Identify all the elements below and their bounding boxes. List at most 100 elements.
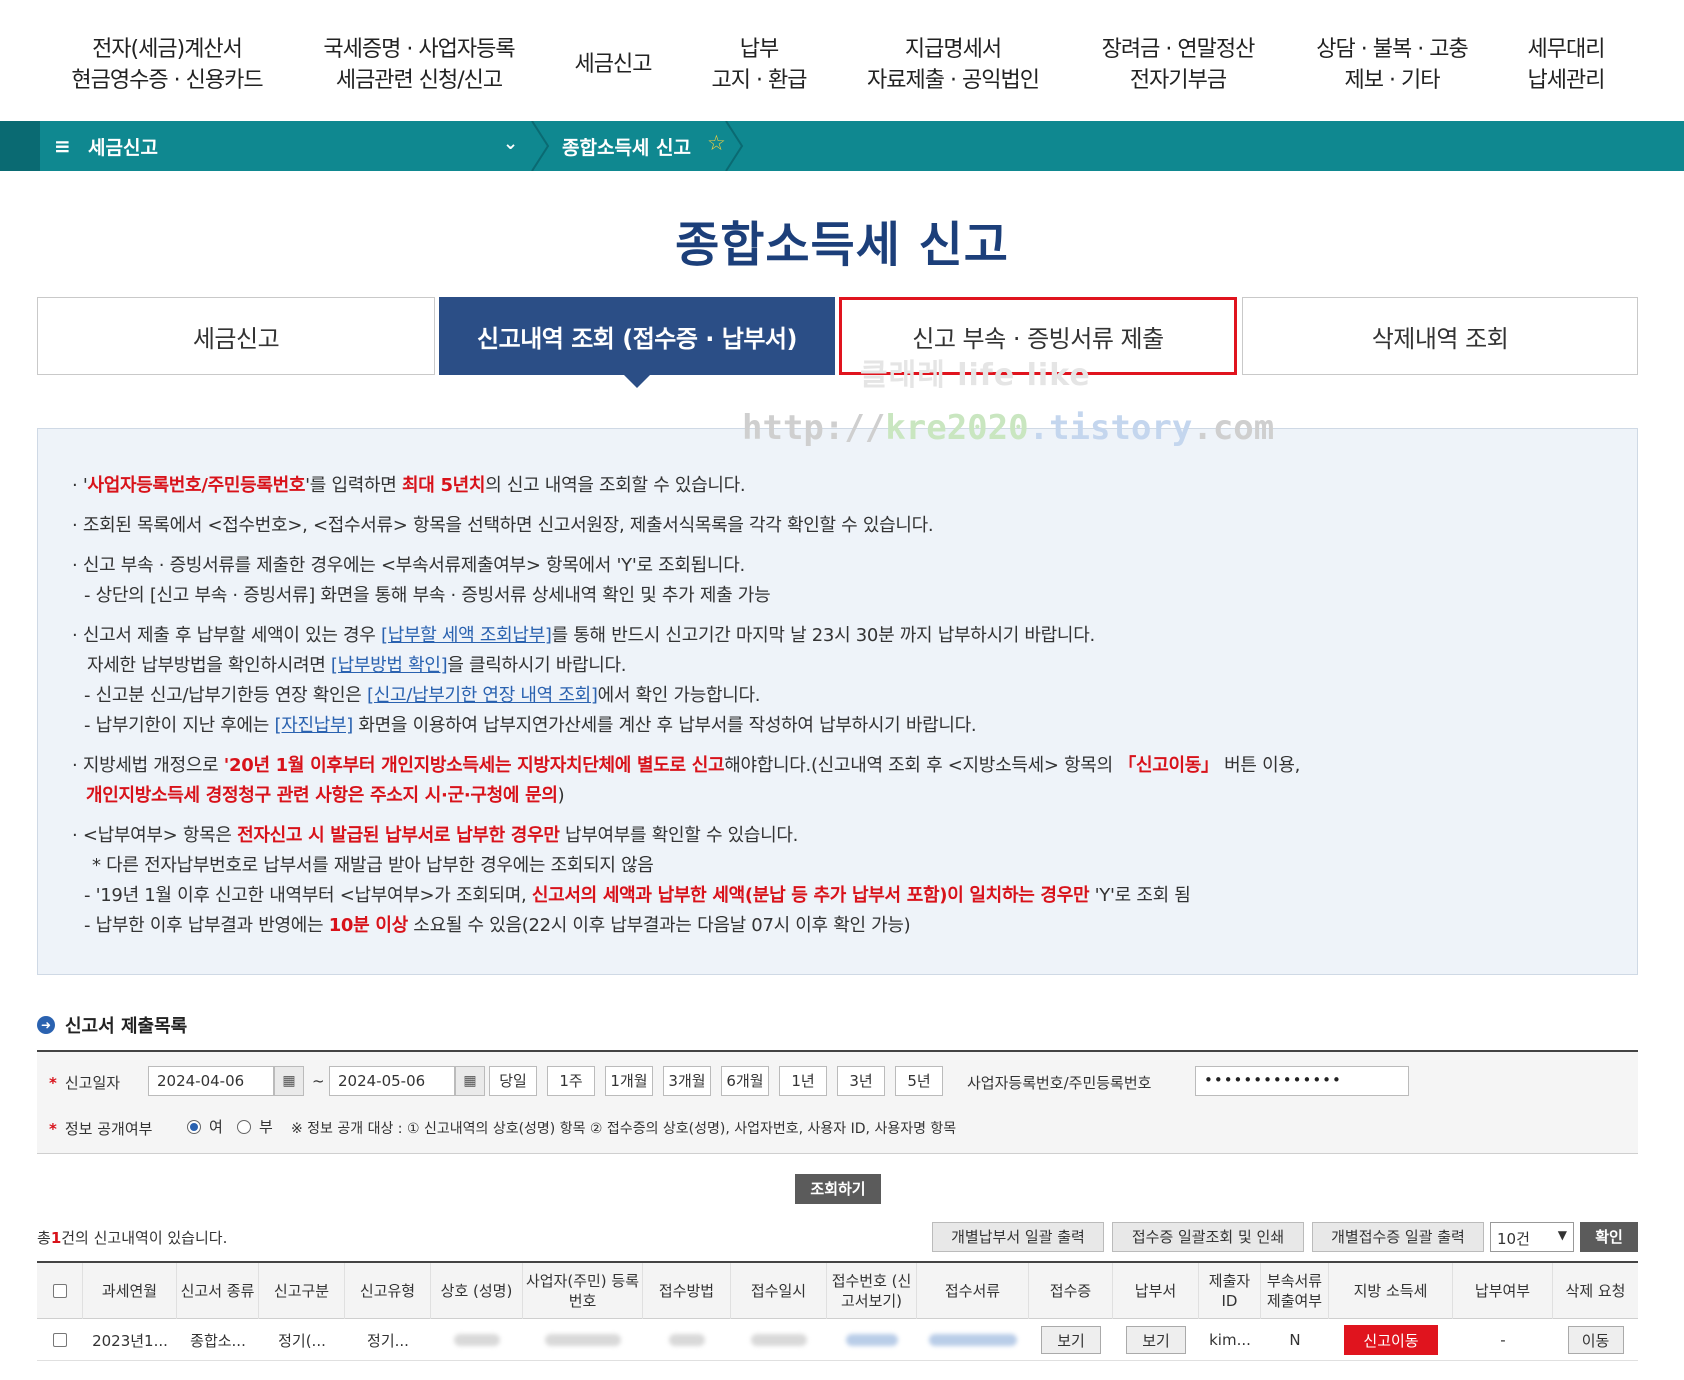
- local-tax-move-button[interactable]: 신고이동: [1344, 1325, 1438, 1355]
- period-1w-button[interactable]: 1주: [547, 1066, 595, 1096]
- chevron-down-icon[interactable]: ⌄: [503, 133, 518, 154]
- notice-line: - 신고분 신고/납부기한등 연장 확인은 [신고/납부기한 연장 내역 조회]…: [84, 685, 761, 706]
- col-header: 납부서: [1113, 1263, 1199, 1319]
- period-5y-button[interactable]: 5년: [895, 1066, 943, 1096]
- id-number-input[interactable]: ••••••••••••••: [1195, 1066, 1409, 1096]
- notice-line: · 지방세법 개정으로 '20년 1월 이후부터 개인지방소득세는 지방자치단체…: [72, 755, 1301, 776]
- notice-line: · <납부여부> 항목은 전자신고 시 발급된 납부서로 납부한 경우만 납부여…: [72, 825, 799, 846]
- nav-incentive[interactable]: 장려금 · 연말정산 전자기부금: [1090, 34, 1266, 96]
- page-size-select[interactable]: 10건 ▼: [1490, 1222, 1574, 1252]
- col-header: 신고서 종류: [177, 1263, 259, 1319]
- nav-consulting[interactable]: 상담 · 불복 · 고충 제보 · 기타: [1308, 34, 1476, 96]
- cell-regno-redacted: [523, 1319, 643, 1361]
- select-all-checkbox[interactable]: [52, 1284, 67, 1298]
- cell-datetime-redacted: [731, 1319, 827, 1361]
- bulk-payment-print-button[interactable]: 개별납부서 일괄 출력: [932, 1222, 1104, 1252]
- tab-deleted-history[interactable]: 삭제내역 조회: [1242, 297, 1638, 375]
- header-checkbox-cell: [37, 1263, 83, 1319]
- nav-e-invoice[interactable]: 전자(세금)계산서 현금영수증 · 신용카드: [64, 34, 270, 96]
- date-to-input[interactable]: 2024-05-06: [329, 1066, 455, 1096]
- breadcrumb-section[interactable]: 세금신고: [88, 133, 158, 160]
- nav-payment-statement[interactable]: 지급명세서 자료제출 · 공익법인: [862, 34, 1044, 96]
- notice-line: - 납부한 이후 납부결과 반영에는 10분 이상 소요될 수 있음(22시 이…: [84, 915, 911, 936]
- link-payment-method[interactable]: [납부방법 확인]: [331, 655, 448, 676]
- chevron-down-icon: ▼: [1557, 1228, 1567, 1242]
- cell-payment: 보기: [1113, 1319, 1199, 1361]
- period-1y-button[interactable]: 1년: [779, 1066, 827, 1096]
- delete-move-button[interactable]: 이동: [1567, 1326, 1624, 1354]
- col-header: 접수서류: [917, 1263, 1029, 1319]
- nav-certificate[interactable]: 국세증명 · 사업자등록 세금관련 신청/신고: [313, 34, 525, 96]
- bulk-receipt-view-button[interactable]: 접수증 일괄조회 및 인쇄: [1112, 1222, 1304, 1252]
- cell-paid: -: [1500, 1331, 1506, 1349]
- notice-line: · '사업자등록번호/주민등록번호'를 입력하면 최대 5년치의 신고 내역을 …: [72, 475, 746, 496]
- notice-line: * 다른 전자납부번호로 납부서를 재발급 받아 납부한 경우에는 조회되지 않…: [92, 855, 654, 876]
- notice-line: - '19년 1월 이후 신고한 내역부터 <납부여부>가 조회되며, 신고서의…: [84, 885, 1191, 906]
- disclose-note: ※ 정보 공개 대상 : ① 신고내역의 상호(성명) 항목 ② 접수증의 상호…: [291, 1121, 957, 1137]
- period-1m-button[interactable]: 1개월: [605, 1066, 653, 1096]
- bar-left-block: [0, 121, 40, 171]
- row-checkbox-cell: [37, 1319, 83, 1361]
- calendar-icon[interactable]: ▦: [274, 1066, 304, 1096]
- table-row: 2023년1... 종합소... 정기(... 정기... 보기 보기 kim.…: [37, 1319, 1638, 1361]
- notice-line: - 상단의 [신고 부속 · 증빙서류] 화면을 통해 부속 · 증빙서류 상세…: [84, 585, 771, 606]
- col-header: 지방 소득세: [1329, 1263, 1453, 1319]
- date-from-input[interactable]: 2024-04-06: [148, 1066, 274, 1096]
- link-self-payment[interactable]: [자진납부]: [274, 715, 353, 736]
- period-6m-button[interactable]: 6개월: [721, 1066, 769, 1096]
- disclose-yes-label: 여: [209, 1118, 223, 1136]
- cell-form: 종합소...: [190, 1331, 246, 1350]
- col-header: 접수증: [1029, 1263, 1113, 1319]
- period-3m-button[interactable]: 3개월: [663, 1066, 711, 1096]
- result-count: 총1건의 신고내역이 있습니다.: [37, 1229, 228, 1247]
- notice-line: - 납부기한이 지난 후에는 [자진납부] 화면을 이용하여 납부지연가산세를 …: [84, 715, 977, 736]
- nav-payment[interactable]: 납부 고지 · 환급: [705, 34, 813, 96]
- star-icon[interactable]: ☆: [707, 131, 726, 155]
- disclose-yes-radio[interactable]: [187, 1120, 201, 1134]
- cell-attach: N: [1289, 1331, 1301, 1349]
- arrow-right-icon: ➜: [37, 1016, 55, 1034]
- row-checkbox[interactable]: [53, 1333, 67, 1347]
- id-label: 사업자등록번호/주민등록번호: [967, 1074, 1152, 1092]
- period-today-button[interactable]: 당일: [489, 1066, 537, 1096]
- confirm-button[interactable]: 확인: [1580, 1222, 1638, 1252]
- search-panel: * 신고일자 2024-04-06 ▦ ~ 2024-05-06 ▦ 당일 1주 …: [37, 1050, 1638, 1154]
- calendar-icon[interactable]: ▦: [455, 1066, 485, 1096]
- cell-name-redacted: [431, 1319, 523, 1361]
- breadcrumb-current: 종합소득세 신고: [562, 137, 691, 159]
- cell-submitter: kim...: [1209, 1331, 1251, 1349]
- col-header: 상호 (성명): [431, 1263, 523, 1319]
- notice-line: · 신고서 제출 후 납부할 세액이 있는 경우 [납부할 세액 조회납부]를 …: [72, 625, 1095, 646]
- info-notice-box: · '사업자등록번호/주민등록번호'를 입력하면 최대 5년치의 신고 내역을 …: [37, 428, 1638, 975]
- page-title: 종합소득세 신고: [675, 217, 1009, 273]
- search-button[interactable]: 조회하기: [795, 1174, 881, 1204]
- notice-line: · 신고 부속 · 증빙서류를 제출한 경우에는 <부속서류제출여부> 항목에서…: [72, 555, 745, 576]
- tab-filing-history[interactable]: 신고내역 조회 (접수증 · 납부서): [439, 297, 835, 388]
- watermark-text: 클래레 life like: [860, 358, 1091, 393]
- col-header: 접수방법: [643, 1263, 731, 1319]
- nav-tax-filing[interactable]: 세금신고: [565, 49, 661, 80]
- receipt-number-link[interactable]: [827, 1319, 917, 1361]
- period-3y-button[interactable]: 3년: [837, 1066, 885, 1096]
- watermark-url: http://kre2020.tistory.com: [742, 408, 1275, 448]
- link-extension-inquiry[interactable]: [신고/납부기한 연장 내역 조회]: [367, 685, 598, 706]
- cell-delete: 이동: [1553, 1319, 1638, 1361]
- link-tax-inquiry[interactable]: [납부할 세액 조회납부]: [381, 625, 552, 646]
- receipt-documents-link[interactable]: [917, 1319, 1029, 1361]
- notice-line: 개인지방소득세 경정청구 관련 사항은 주소지 시·군·구청에 문의): [86, 785, 565, 806]
- disclose-label: * 정보 공개여부: [49, 1120, 153, 1138]
- col-header: 삭제 요청: [1565, 1282, 1626, 1300]
- col-header: 신고구분: [259, 1263, 345, 1319]
- col-header: 부속서류 제출여부: [1261, 1263, 1329, 1319]
- disclose-no-radio[interactable]: [237, 1120, 251, 1134]
- bulk-receipt-print-button[interactable]: 개별접수증 일괄 출력: [1312, 1222, 1484, 1252]
- menu-icon[interactable]: ≡: [54, 134, 71, 158]
- cell-type: 정기...: [367, 1331, 409, 1350]
- view-payment-button[interactable]: 보기: [1126, 1326, 1186, 1354]
- nav-tax-agent[interactable]: 세무대리 납세관리: [1516, 34, 1616, 96]
- notice-line: 자세한 납부방법을 확인하시려면 [납부방법 확인]을 클릭하시기 바랍니다.: [87, 655, 627, 676]
- breadcrumb-separator-end: [725, 121, 744, 171]
- tab-tax-filing[interactable]: 세금신고: [37, 297, 435, 375]
- view-receipt-button[interactable]: 보기: [1041, 1326, 1101, 1354]
- col-header: 접수번호 (신고서보기): [827, 1263, 917, 1319]
